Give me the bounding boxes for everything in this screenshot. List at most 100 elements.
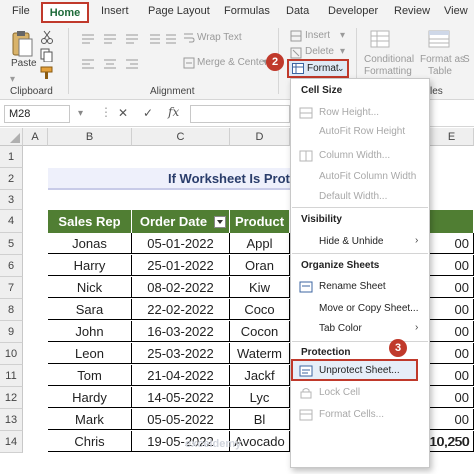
delete-cells-button[interactable]: Delete bbox=[305, 46, 334, 57]
paste-dropdown-icon[interactable]: ▾ bbox=[10, 74, 15, 85]
cell-sales-rep[interactable]: Tom bbox=[48, 365, 132, 386]
header-sales-rep[interactable]: Sales Rep bbox=[48, 210, 132, 233]
cell-sales-rep[interactable]: Mark bbox=[48, 409, 132, 430]
menu-item-hide-unhide[interactable]: Hide & Unhide bbox=[319, 236, 383, 247]
insert-dropdown-icon[interactable]: ▾ bbox=[340, 30, 345, 41]
cell-product[interactable]: Cocon bbox=[230, 321, 290, 342]
format-as-table-label-2[interactable]: Table bbox=[428, 66, 452, 77]
cell-sales-rep[interactable]: Hardy bbox=[48, 387, 132, 408]
indent-icons[interactable] bbox=[148, 32, 178, 46]
tab-formulas[interactable]: Formulas bbox=[224, 5, 270, 17]
cell-sales-rep[interactable]: Jonas bbox=[48, 233, 132, 254]
cell-product[interactable]: Oran bbox=[230, 255, 290, 276]
row-header[interactable]: 10 bbox=[0, 343, 23, 365]
column-header-e[interactable]: E bbox=[430, 128, 474, 146]
row-header[interactable]: 2 bbox=[0, 168, 23, 190]
cell-order-date[interactable]: 05-05-2022 bbox=[132, 409, 230, 430]
cell-product[interactable]: Bl bbox=[230, 409, 290, 430]
cell-sales[interactable]: 00 bbox=[430, 343, 474, 364]
row-header[interactable]: 9 bbox=[0, 321, 23, 343]
conditional-formatting-label-2[interactable]: Formatting bbox=[364, 66, 412, 77]
cell-sales[interactable]: 00 bbox=[430, 409, 474, 430]
cell-sales-rep[interactable]: Sara bbox=[48, 299, 132, 320]
cell-order-date[interactable]: 08-02-2022 bbox=[132, 277, 230, 298]
copy-icon[interactable] bbox=[40, 48, 54, 62]
horizontal-align-icons[interactable] bbox=[80, 57, 144, 71]
menu-item-unprotect-sheet[interactable]: Unprotect Sheet... bbox=[291, 359, 418, 381]
tab-home[interactable]: Home bbox=[41, 2, 89, 23]
cell-order-date[interactable]: 22-02-2022 bbox=[132, 299, 230, 320]
formula-input[interactable] bbox=[190, 105, 290, 123]
insert-cells-button[interactable]: Insert bbox=[305, 30, 330, 41]
cell-sales-rep[interactable]: John bbox=[48, 321, 132, 342]
row-header[interactable]: 13 bbox=[0, 409, 23, 431]
menu-item-format-cells[interactable]: Format Cells... bbox=[319, 409, 384, 420]
cell-sales[interactable]: 00 bbox=[430, 299, 474, 320]
menu-item-column-width[interactable]: Column Width... bbox=[319, 150, 390, 161]
format-as-table-label-1[interactable]: Format as bbox=[420, 54, 465, 65]
column-header-d[interactable]: D bbox=[230, 128, 290, 146]
cell-sales[interactable]: 00 bbox=[430, 365, 474, 386]
row-header[interactable]: 12 bbox=[0, 387, 23, 409]
vertical-align-icons[interactable] bbox=[80, 32, 144, 46]
wrap-text-icon[interactable] bbox=[183, 32, 195, 44]
wrap-text-button[interactable]: Wrap Text bbox=[197, 32, 242, 43]
header-product[interactable]: Product bbox=[230, 210, 290, 233]
cell-sales[interactable]: 00 bbox=[430, 321, 474, 342]
cell-product[interactable]: Kiw bbox=[230, 277, 290, 298]
merge-center-button[interactable]: Merge & Center bbox=[197, 57, 268, 68]
cell-product[interactable]: Appl bbox=[230, 233, 290, 254]
cell-product[interactable]: Lyc bbox=[230, 387, 290, 408]
filter-dropdown-button[interactable] bbox=[214, 216, 226, 228]
cell-sales[interactable]: 00 bbox=[430, 255, 474, 276]
name-box-dropdown-icon[interactable]: ▾ bbox=[78, 108, 83, 119]
name-box[interactable]: M28 bbox=[4, 105, 70, 123]
cell-product[interactable]: Jackf bbox=[230, 365, 290, 386]
confirm-entry-icon[interactable]: ✓ bbox=[143, 106, 153, 120]
cell-order-date[interactable]: 14-05-2022 bbox=[132, 387, 230, 408]
cell-sales-rep[interactable]: Leon bbox=[48, 343, 132, 364]
delete-cells-icon[interactable] bbox=[290, 47, 302, 59]
column-header-a[interactable]: A bbox=[23, 128, 48, 146]
menu-item-rename-sheet[interactable]: Rename Sheet bbox=[319, 281, 386, 292]
conditional-formatting-icon[interactable] bbox=[370, 30, 390, 48]
tab-file[interactable]: File bbox=[12, 5, 30, 17]
cell-product[interactable]: Coco bbox=[230, 299, 290, 320]
cancel-entry-icon[interactable]: ✕ bbox=[118, 106, 128, 120]
row-header[interactable]: 4 bbox=[0, 210, 23, 233]
row-header[interactable]: 14 bbox=[0, 431, 23, 453]
tab-insert[interactable]: Insert bbox=[101, 5, 129, 17]
cell-order-date[interactable]: 05-01-2022 bbox=[132, 233, 230, 254]
column-header-c[interactable]: C bbox=[132, 128, 230, 146]
merge-center-icon[interactable] bbox=[183, 57, 195, 69]
row-header[interactable]: 7 bbox=[0, 277, 23, 299]
cell-sales-rep[interactable]: Nick bbox=[48, 277, 132, 298]
row-header[interactable]: 6 bbox=[0, 255, 23, 277]
format-as-table-icon[interactable] bbox=[428, 30, 450, 48]
tab-developer[interactable]: Developer bbox=[328, 5, 378, 17]
menu-item-autofit-column[interactable]: AutoFit Column Width bbox=[319, 171, 416, 182]
menu-item-move-copy-sheet[interactable]: Move or Copy Sheet... bbox=[319, 303, 419, 314]
cell-order-date[interactable]: 25-03-2022 bbox=[132, 343, 230, 364]
cell-sales-rep[interactable]: Chris bbox=[48, 431, 132, 452]
tab-page-layout[interactable]: Page Layout bbox=[148, 5, 210, 17]
row-header[interactable]: 1 bbox=[0, 146, 23, 168]
menu-item-autofit-row[interactable]: AutoFit Row Height bbox=[319, 126, 405, 137]
cell-sales[interactable]: 00 bbox=[430, 277, 474, 298]
row-header[interactable]: 3 bbox=[0, 190, 23, 210]
tab-review[interactable]: Review bbox=[394, 5, 430, 17]
delete-dropdown-icon[interactable]: ▾ bbox=[340, 46, 345, 57]
cell-sales-rep[interactable]: Harry bbox=[48, 255, 132, 276]
cell-order-date[interactable]: 25-01-2022 bbox=[132, 255, 230, 276]
tab-view[interactable]: View bbox=[444, 5, 468, 17]
cell-order-date[interactable]: 21-04-2022 bbox=[132, 365, 230, 386]
row-header[interactable]: 11 bbox=[0, 365, 23, 387]
conditional-formatting-label-1[interactable]: Conditional bbox=[364, 54, 414, 65]
tab-data[interactable]: Data bbox=[286, 5, 309, 17]
menu-item-tab-color[interactable]: Tab Color bbox=[319, 323, 362, 334]
column-header-b[interactable]: B bbox=[48, 128, 132, 146]
format-button[interactable]: Format ⌄ bbox=[287, 59, 349, 78]
menu-item-default-width[interactable]: Default Width... bbox=[319, 191, 387, 202]
cell-product[interactable]: Waterm bbox=[230, 343, 290, 364]
cell-sales[interactable]: 00 bbox=[430, 387, 474, 408]
